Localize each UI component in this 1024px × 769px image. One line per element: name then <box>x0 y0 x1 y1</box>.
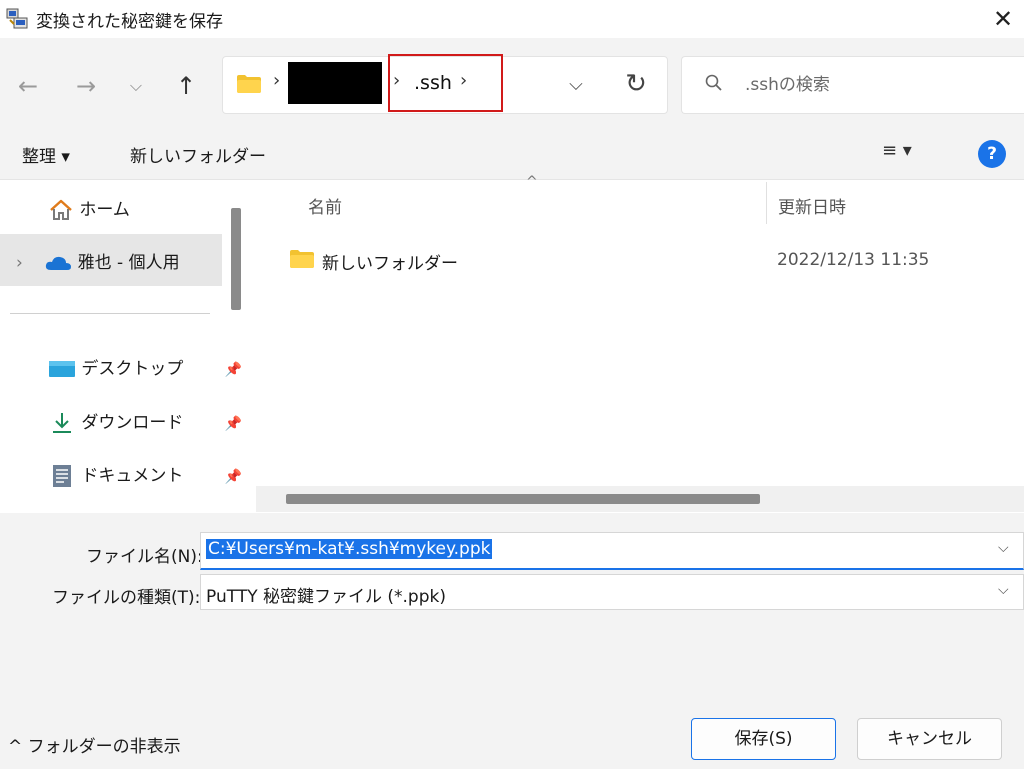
chevron-down-icon[interactable]: ⌵ <box>998 540 1009 556</box>
sort-ascending-icon: ^ <box>526 174 538 190</box>
breadcrumb-separator: › <box>393 70 401 91</box>
expand-chevron-icon[interactable]: › <box>16 253 23 273</box>
sidebar-item-label: デスクトップ <box>81 359 184 379</box>
sidebar-item-label: ダウンロード <box>81 413 184 433</box>
window-title: 変換された秘密鍵を保存 <box>36 12 223 32</box>
file-name[interactable]: 新しいフォルダー <box>322 249 458 274</box>
column-divider[interactable] <box>766 182 767 224</box>
folder-icon <box>289 249 315 269</box>
new-folder-button[interactable]: 新しいフォルダー <box>130 142 266 167</box>
desktop-icon <box>49 361 75 377</box>
sidebar-item-onedrive[interactable]: › 雅也 - 個人用 <box>16 248 180 273</box>
column-header-name[interactable]: 名前 <box>308 193 342 218</box>
sidebar-item-home[interactable]: ホーム <box>48 195 130 222</box>
hide-folders-toggle[interactable]: ^ フォルダーの非表示 <box>8 732 181 757</box>
filetype-selected-value[interactable]: PuTTY 秘密鍵ファイル (*.ppk) <box>206 582 446 607</box>
filename-input-value[interactable]: C:¥Users¥m-kat¥.ssh¥mykey.ppk <box>206 539 493 559</box>
horizontal-scrollbar-thumb[interactable] <box>286 494 760 504</box>
breadcrumb-separator[interactable]: › <box>460 70 467 91</box>
redacted-breadcrumb-segment <box>288 62 382 104</box>
sidebar-divider <box>10 313 210 314</box>
help-icon[interactable]: ? <box>978 140 1006 168</box>
pin-icon[interactable]: 📌 <box>225 362 242 378</box>
document-icon <box>53 465 71 487</box>
save-button[interactable]: 保存(S) <box>691 718 836 760</box>
pin-icon[interactable]: 📌 <box>225 416 242 432</box>
onedrive-cloud-icon <box>46 256 72 270</box>
sidebar-item-label: ホーム <box>79 200 130 220</box>
organize-menu-button[interactable]: 整理 ▾ <box>22 142 70 167</box>
up-folder-button[interactable]: ↑ <box>168 66 204 106</box>
filename-label: ファイル名(N): <box>86 547 203 567</box>
refresh-button[interactable]: ↻ <box>620 66 652 102</box>
folder-icon <box>236 74 262 94</box>
back-button[interactable]: ← <box>10 66 46 106</box>
recent-locations-button[interactable]: ⌵ <box>118 66 154 106</box>
search-input[interactable] <box>745 72 1005 98</box>
breadcrumb-separator: › <box>273 70 281 91</box>
close-button[interactable]: ✕ <box>986 4 1020 34</box>
breadcrumb-current-folder[interactable]: .ssh <box>414 72 452 94</box>
cancel-button[interactable]: キャンセル <box>857 718 1002 760</box>
sidebar-item-documents[interactable]: ドキュメント 📌 <box>48 461 242 488</box>
sidebar-item-label: 雅也 - 個人用 <box>77 253 180 273</box>
view-options-button[interactable]: ≡ ▾ <box>882 140 942 168</box>
file-list <box>256 180 1024 513</box>
puttygen-app-icon <box>6 8 30 30</box>
sidebar-item-label: ドキュメント <box>81 466 184 486</box>
sidebar-item-downloads[interactable]: ダウンロード 📌 <box>48 408 242 435</box>
sidebar-item-desktop[interactable]: デスクトップ 📌 <box>48 354 242 379</box>
chevron-down-icon[interactable]: ⌵ <box>998 582 1009 598</box>
sidebar-scrollbar[interactable] <box>231 208 241 310</box>
forward-button[interactable]: → <box>68 66 104 106</box>
search-icon <box>705 74 723 92</box>
column-header-date[interactable]: 更新日時 <box>778 193 846 218</box>
filetype-label: ファイルの種類(T): <box>52 588 201 608</box>
home-icon <box>50 199 72 220</box>
download-icon <box>53 413 71 433</box>
address-history-dropdown[interactable]: ⌵ <box>560 68 592 102</box>
file-date: 2022/12/13 11:35 <box>777 250 930 270</box>
pin-icon[interactable]: 📌 <box>225 469 242 485</box>
